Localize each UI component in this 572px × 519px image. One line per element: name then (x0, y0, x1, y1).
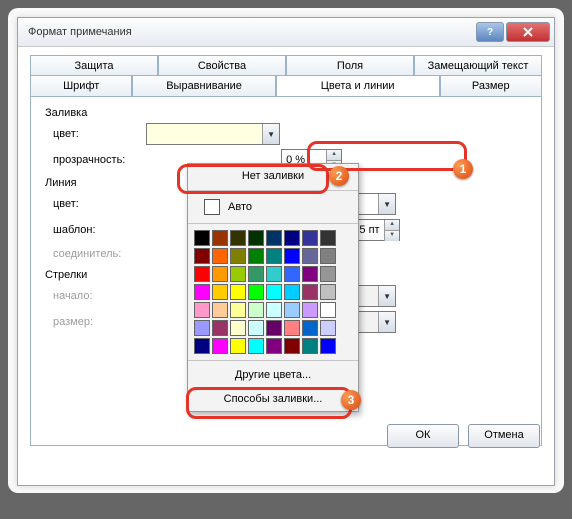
color-swatch[interactable] (194, 320, 210, 336)
color-swatch[interactable] (320, 266, 336, 282)
label-arrow-size: размер: (53, 313, 143, 331)
color-swatch[interactable] (248, 302, 264, 318)
color-swatch[interactable] (230, 338, 246, 354)
color-swatch[interactable] (320, 248, 336, 264)
panel-colors-lines: Заливка цвет: ▼ прозрачность: 0 %▲▼ Лини… (30, 96, 542, 446)
label-line-connector: соединитель: (53, 245, 143, 263)
color-swatch[interactable] (248, 248, 264, 264)
color-swatch[interactable] (212, 284, 228, 300)
color-swatch[interactable] (302, 248, 318, 264)
color-swatch[interactable] (284, 266, 300, 282)
color-swatch[interactable] (302, 230, 318, 246)
color-swatch[interactable] (212, 230, 228, 246)
color-swatch[interactable] (194, 230, 210, 246)
auto-swatch-icon (204, 199, 220, 215)
color-swatch[interactable] (230, 320, 246, 336)
color-swatch[interactable] (284, 248, 300, 264)
color-swatch[interactable] (266, 248, 282, 264)
color-swatch[interactable] (266, 266, 282, 282)
help-button[interactable]: ? (476, 22, 504, 42)
color-swatch[interactable] (230, 284, 246, 300)
annotation-badge: 3 (341, 390, 361, 410)
color-swatch[interactable] (230, 302, 246, 318)
ok-button[interactable]: ОК (387, 424, 459, 448)
color-swatch[interactable] (248, 284, 264, 300)
color-swatch[interactable] (320, 338, 336, 354)
chevron-down-icon: ▼ (378, 194, 395, 214)
color-swatch[interactable] (194, 248, 210, 264)
color-swatch[interactable] (284, 338, 300, 354)
cancel-button[interactable]: Отмена (468, 424, 540, 448)
dialog-window: Формат примечания ? Защита Свойства Поля… (17, 17, 555, 486)
color-palette[interactable] (188, 226, 358, 358)
menu-more-colors[interactable]: Другие цвета... (188, 363, 358, 387)
color-swatch[interactable] (266, 320, 282, 336)
close-button[interactable] (506, 22, 550, 42)
group-label-arrows: Стрелки (45, 269, 87, 281)
tab-margins[interactable]: Поля (286, 55, 414, 76)
color-dropdown: Нет заливки Авто Другие цвета... Способы… (187, 163, 359, 412)
chevron-down-icon: ▼ (262, 124, 279, 144)
color-swatch[interactable] (284, 320, 300, 336)
color-swatch[interactable] (194, 284, 210, 300)
color-swatch[interactable] (212, 320, 228, 336)
label-fill-color: цвет: (53, 125, 143, 143)
tab-protection[interactable]: Защита (30, 55, 158, 76)
color-swatch[interactable] (284, 284, 300, 300)
color-swatch[interactable] (302, 320, 318, 336)
color-swatch[interactable] (320, 302, 336, 318)
color-swatch[interactable] (266, 284, 282, 300)
label-fill-transparency: прозрачность: (53, 151, 143, 169)
tab-font[interactable]: Шрифт (30, 75, 132, 96)
color-swatch[interactable] (302, 302, 318, 318)
tab-properties[interactable]: Свойства (158, 55, 286, 76)
titlebar: Формат примечания ? (18, 18, 554, 47)
color-swatch[interactable] (302, 338, 318, 354)
annotation-badge: 1 (453, 159, 473, 179)
annotation-badge: 2 (329, 166, 349, 186)
color-swatch[interactable] (320, 284, 336, 300)
color-swatch[interactable] (212, 338, 228, 354)
group-label-fill: Заливка (45, 107, 87, 119)
tab-alignment[interactable]: Выравнивание (132, 75, 275, 96)
color-swatch[interactable] (320, 230, 336, 246)
color-swatch[interactable] (284, 230, 300, 246)
label-line-pattern: шаблон: (53, 221, 143, 239)
color-swatch[interactable] (194, 266, 210, 282)
color-swatch[interactable] (248, 230, 264, 246)
color-swatch[interactable] (320, 320, 336, 336)
color-swatch[interactable] (248, 266, 264, 282)
tab-alt-text[interactable]: Замещающий текст (414, 55, 542, 76)
color-swatch[interactable] (266, 230, 282, 246)
tab-size[interactable]: Размер (440, 75, 542, 96)
color-swatch[interactable] (230, 248, 246, 264)
menu-fill-effects[interactable]: Способы заливки... (188, 387, 358, 411)
combo-fill-color[interactable]: ▼ (146, 123, 280, 145)
color-swatch[interactable] (248, 320, 264, 336)
color-swatch[interactable] (194, 338, 210, 354)
window-title: Формат примечания (28, 26, 474, 38)
color-swatch[interactable] (266, 302, 282, 318)
group-label-line: Линия (45, 177, 77, 189)
color-swatch[interactable] (212, 302, 228, 318)
color-swatch[interactable] (230, 266, 246, 282)
label-arrow-begin: начало: (53, 287, 143, 305)
chevron-down-icon: ▼ (378, 312, 395, 332)
menu-auto[interactable]: Авто (188, 193, 358, 221)
color-swatch[interactable] (248, 338, 264, 354)
color-swatch[interactable] (302, 266, 318, 282)
tab-colors-lines[interactable]: Цвета и линии (276, 75, 440, 96)
color-swatch[interactable] (302, 284, 318, 300)
color-swatch[interactable] (212, 248, 228, 264)
color-swatch[interactable] (266, 338, 282, 354)
color-swatch[interactable] (212, 266, 228, 282)
color-swatch[interactable] (284, 302, 300, 318)
color-swatch[interactable] (194, 302, 210, 318)
color-swatch[interactable] (230, 230, 246, 246)
label-line-color: цвет: (53, 195, 143, 213)
chevron-down-icon: ▼ (378, 286, 395, 306)
